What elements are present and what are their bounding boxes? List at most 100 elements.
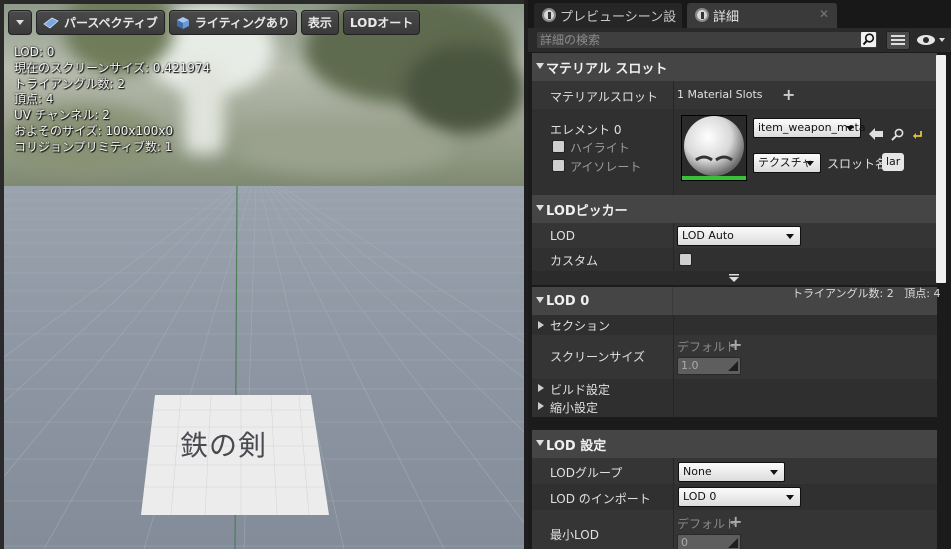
section-lod-picker[interactable]: LODピッカー (532, 195, 937, 223)
perspective-icon (43, 17, 59, 29)
details-scrollbar[interactable] (936, 55, 946, 283)
lod-import-dropdown[interactable]: LOD 0 (678, 487, 801, 507)
stat-approx-size: およそのサイズ: 100x100x0 (14, 123, 174, 138)
viewport-stats: LOD: 0 現在のスクリーンサイズ: 0.421974 トライアングル数: 2… (14, 45, 210, 156)
lit-cube-icon (176, 16, 189, 29)
reset-icon[interactable] (913, 129, 923, 139)
lod-dropdown[interactable]: LOD Auto (677, 226, 801, 246)
tab-preview-scene-settings[interactable]: プレビューシーン設 ✕ (534, 3, 698, 28)
add-icon[interactable]: + (782, 87, 795, 103)
card-text: 鉄の剣 (180, 429, 268, 462)
expand-advanced-icon (729, 274, 739, 282)
min-lod-input[interactable]: 0 (677, 534, 741, 549)
view-options-button[interactable] (886, 31, 910, 50)
build-settings-label: ビルド設定 (550, 383, 611, 397)
material-dropdown[interactable]: item_weapon_meta (753, 118, 866, 138)
row-min-lod: 最小LOD デフォルト + 0 (532, 510, 937, 549)
lod0-info: トライアングル数: 2 頂点: 4 (792, 287, 941, 300)
stat-vertices: 頂点: 4 (14, 92, 54, 107)
row-reduction-settings[interactable]: 縮小設定 (532, 397, 937, 417)
material-sphere-preview (682, 116, 746, 180)
tab-details[interactable]: 詳細 ✕ (687, 3, 837, 28)
lod-value: LOD Auto (682, 229, 734, 242)
screen-size-input[interactable]: 1.0 (677, 357, 741, 375)
collapse-arrow-icon (536, 205, 544, 211)
stat-lod: LOD: 0 (14, 45, 55, 59)
stat-uv-channels: UV チャンネル: 2 (14, 108, 110, 123)
tab-preview-scene-label: プレビューシーン設 (560, 10, 677, 25)
collapse-arrow-icon (536, 297, 544, 303)
collapse-arrow-icon (536, 440, 544, 446)
expand-arrow-icon (538, 402, 544, 410)
texture-dropdown[interactable]: テクスチャ (753, 153, 821, 173)
reduction-settings-label: 縮小設定 (550, 401, 599, 415)
material-slots-label: マテリアルスロット (550, 90, 658, 104)
stat-screen-size: 現在のスクリーンサイズ: 0.421974 (14, 60, 211, 75)
slot-name-label: スロット名 (827, 157, 888, 171)
expand-arrow-icon (538, 384, 544, 392)
show-label: 表示 (307, 16, 332, 30)
list-icon (891, 35, 905, 45)
close-icon[interactable]: ✕ (819, 7, 829, 21)
section-lod-0[interactable]: LOD 0 トライアングル数: 2 頂点: 4 (532, 287, 941, 315)
min-lod-value: 0 (681, 536, 688, 549)
row-build-settings[interactable]: ビルド設定 (532, 379, 937, 397)
details-panel: プレビューシーン設 ✕ 詳細 ✕ 詳細の検索 (528, 0, 951, 549)
custom-checkbox[interactable] (679, 253, 692, 266)
custom-label: カスタム (550, 254, 599, 268)
material-thumbnail[interactable] (681, 115, 747, 181)
row-sections[interactable]: セクション (532, 315, 937, 335)
row-material-slots: マテリアルスロット 1 Material Slots + (532, 81, 937, 109)
section-title: LOD 設定 (546, 438, 607, 454)
lod-import-value: LOD 0 (683, 490, 717, 503)
search-row: 詳細の検索 (528, 28, 951, 52)
lod-label: LOD (550, 229, 575, 243)
material-slots-value: 1 Material Slots (677, 88, 763, 101)
row-screen-size: スクリーンサイズ デフォルト + 1.0 (532, 335, 937, 379)
row-lod-import: LOD のインポート LOD 0 (532, 484, 937, 510)
section-material-slots[interactable]: マテリアル スロット (532, 53, 937, 81)
texture-label: テクスチャ (758, 156, 813, 169)
lod-group-dropdown[interactable]: None (678, 462, 785, 482)
row-element-0: エレメント 0 ハイライト アイソレート item_weapon_meta テク… (532, 109, 937, 195)
highlight-checkbox[interactable] (552, 140, 565, 153)
isolate-label: アイソレート (570, 160, 642, 174)
slot-name-input[interactable]: lar (882, 153, 905, 171)
min-lod-label: 最小LOD (550, 528, 599, 542)
lighting-button[interactable]: ライティングあり (168, 10, 297, 35)
lod-group-value: None (683, 465, 712, 478)
viewport-toolbar: パースペクティブ ライティングあり 表示 LODオート (8, 10, 421, 35)
row-custom: カスタム (532, 248, 937, 271)
show-button[interactable]: 表示 (300, 10, 339, 35)
details-icon (542, 8, 556, 22)
lighting-label: ライティングあり (194, 16, 290, 30)
screen-size-label: スクリーンサイズ (550, 350, 646, 364)
row-lod-group: LODグループ None (532, 458, 937, 484)
section-title: マテリアル スロット (546, 61, 668, 77)
eye-icon[interactable] (915, 32, 947, 48)
row-expand-advanced[interactable] (532, 271, 937, 285)
search-icon[interactable] (861, 32, 876, 47)
chevron-down-icon (16, 20, 24, 25)
sections-label: セクション (550, 319, 611, 333)
screen-size-value: 1.0 (681, 359, 699, 372)
highlight-label: ハイライト (570, 141, 630, 155)
perspective-button[interactable]: パースペクティブ (36, 10, 165, 35)
viewport[interactable]: 鉄の剣 パースペクティブ ライティングあり 表示 LODオート LOD: 0 現… (0, 0, 528, 549)
perspective-label: パースペクティブ (64, 16, 158, 30)
add-icon[interactable]: + (729, 514, 742, 530)
viewport-options-button[interactable] (8, 10, 32, 35)
default-label: デフォルト (677, 340, 738, 354)
use-selected-arrow-icon[interactable] (869, 128, 883, 140)
lod-auto-button[interactable]: LODオート (342, 10, 421, 35)
section-lod-settings[interactable]: LOD 設定 (532, 430, 937, 458)
details-icon (695, 8, 709, 22)
lod-auto-label: LODオート (349, 16, 414, 30)
element-label: エレメント 0 (550, 123, 622, 137)
browse-search-icon[interactable] (891, 128, 904, 141)
tab-bar: プレビューシーン設 ✕ 詳細 ✕ (528, 0, 951, 28)
search-input[interactable]: 詳細の検索 (536, 31, 878, 49)
add-icon[interactable]: + (729, 337, 742, 353)
isolate-checkbox[interactable] (552, 159, 565, 172)
collapse-arrow-icon (536, 63, 544, 69)
